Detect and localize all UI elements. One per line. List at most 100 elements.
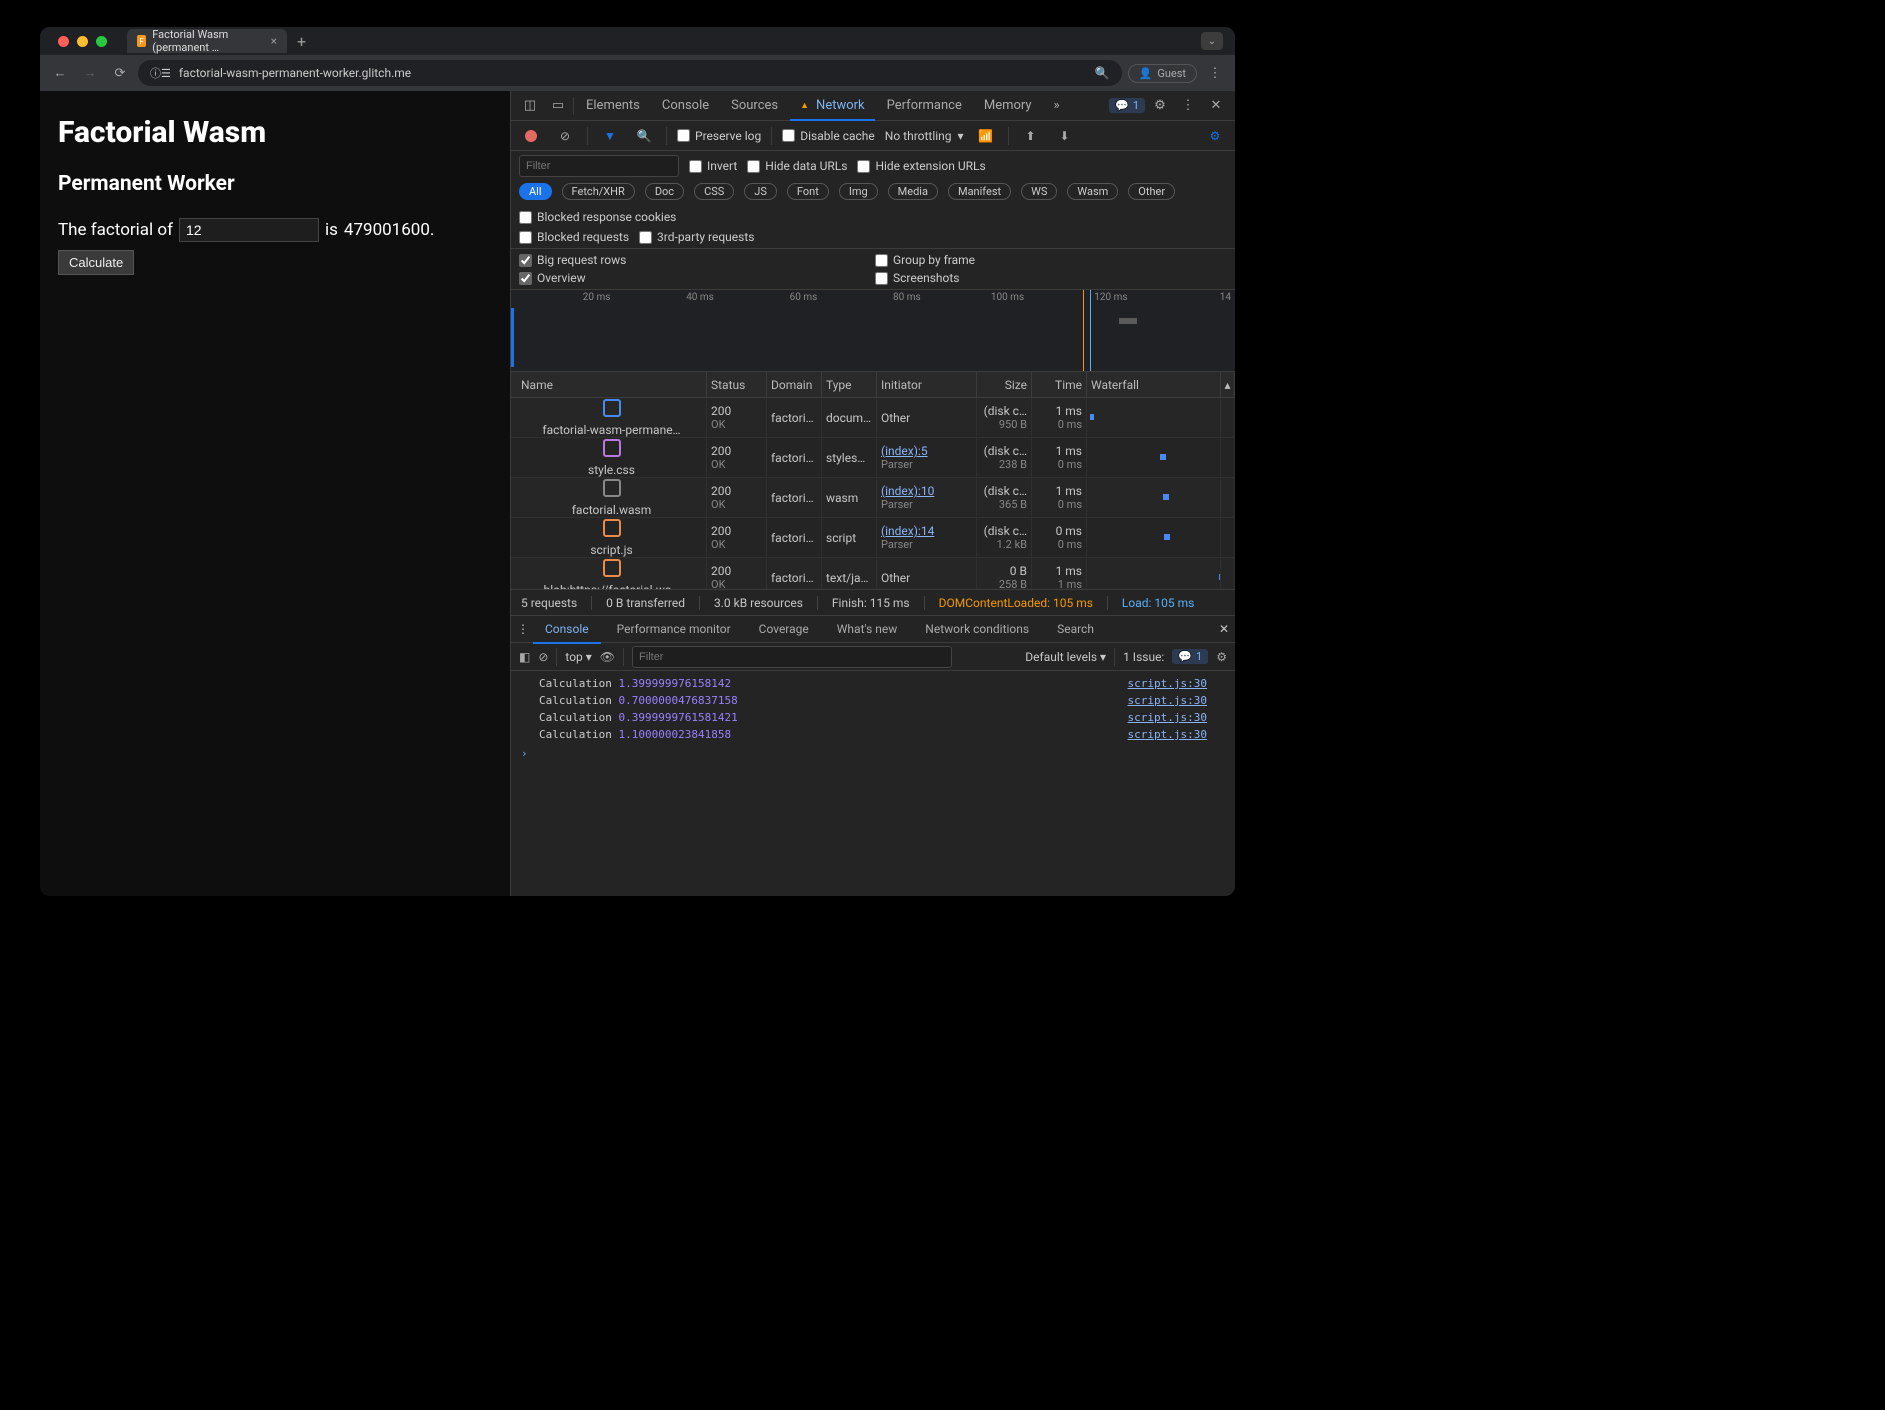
search-network-icon[interactable]: 🔍 <box>632 129 656 143</box>
filter-icon[interactable]: ▼ <box>598 129 622 143</box>
console-settings-icon[interactable]: ⚙ <box>1216 650 1227 664</box>
console-prompt[interactable]: › <box>511 743 1235 764</box>
console-source-link[interactable]: script.js:30 <box>1128 694 1207 707</box>
zoom-icon[interactable]: 🔍 <box>1095 66 1110 80</box>
group-frame-check[interactable]: Group by frame <box>875 253 1227 267</box>
screenshots-check[interactable]: Screenshots <box>875 271 1227 285</box>
blocked-cookies-check[interactable]: Blocked response cookies <box>519 210 676 224</box>
overview-check[interactable]: Overview <box>519 271 871 285</box>
settings-icon[interactable]: ⚙ <box>1147 93 1173 119</box>
table-row[interactable]: factorial-wasm-permane…200OKfactori…docu… <box>511 398 1235 438</box>
maximize-window[interactable] <box>96 36 107 47</box>
col-type[interactable]: Type <box>822 372 877 397</box>
hide-extension-urls-check[interactable]: Hide extension URLs <box>857 159 985 173</box>
site-info-icon[interactable]: ⓘ☰ <box>150 65 171 81</box>
col-status[interactable]: Status <box>707 372 767 397</box>
col-domain[interactable]: Domain <box>767 372 822 397</box>
network-settings-icon[interactable]: ⚙ <box>1203 129 1227 143</box>
type-pill-other[interactable]: Other <box>1128 183 1175 200</box>
browser-tab[interactable]: F Factorial Wasm (permanent … × <box>127 29 287 53</box>
table-row[interactable]: factorial.wasm200OKfactori…wasm(index):1… <box>511 478 1235 518</box>
type-pill-wasm[interactable]: Wasm <box>1067 183 1118 200</box>
record-icon[interactable] <box>519 130 543 142</box>
issues-badge[interactable]: 💬 1 <box>1109 98 1145 113</box>
col-waterfall[interactable]: Waterfall <box>1087 372 1221 397</box>
drawer-tab-whatsnew[interactable]: What's new <box>825 615 910 643</box>
invert-check[interactable]: Invert <box>689 159 737 173</box>
close-tab-icon[interactable]: × <box>271 34 277 48</box>
throttle-select[interactable]: No throttling ▾ <box>885 129 964 143</box>
inspect-icon[interactable]: ◫ <box>517 93 543 119</box>
tabs-dropdown-icon[interactable]: ⌄ <box>1201 32 1223 50</box>
console-filter-input[interactable] <box>632 646 952 668</box>
reload-icon[interactable]: ⟳ <box>108 61 132 85</box>
device-icon[interactable]: ▭ <box>545 93 571 119</box>
network-conditions-icon[interactable]: 📶 <box>974 129 998 143</box>
type-pill-media[interactable]: Media <box>888 183 938 200</box>
clear-console-icon[interactable]: ⊘ <box>538 650 548 664</box>
type-pill-doc[interactable]: Doc <box>645 183 684 200</box>
drawer-tab-netcond[interactable]: Network conditions <box>913 615 1041 643</box>
tab-elements[interactable]: Elements <box>576 91 650 121</box>
console-source-link[interactable]: script.js:30 <box>1128 728 1207 741</box>
download-har-icon[interactable]: ⬇ <box>1053 129 1077 143</box>
col-initiator[interactable]: Initiator <box>877 372 977 397</box>
new-tab-button[interactable]: + <box>287 32 316 51</box>
tab-memory[interactable]: Memory <box>974 91 1042 121</box>
menu-icon[interactable]: ⋮ <box>1203 61 1227 85</box>
type-pill-all[interactable]: All <box>519 183 552 200</box>
drawer-tab-search[interactable]: Search <box>1045 615 1106 643</box>
type-pill-css[interactable]: CSS <box>694 183 734 200</box>
type-pill-js[interactable]: JS <box>744 183 777 200</box>
col-name[interactable]: Name <box>517 372 707 397</box>
drawer-tab-perfmon[interactable]: Performance monitor <box>605 615 743 643</box>
blocked-requests-check[interactable]: Blocked requests <box>519 230 629 244</box>
table-row[interactable]: script.js200OKfactori…script(index):14Pa… <box>511 518 1235 558</box>
minimize-window[interactable] <box>77 36 88 47</box>
forward-icon[interactable]: → <box>78 61 102 85</box>
col-time[interactable]: Time <box>1032 372 1087 397</box>
type-pill-manifest[interactable]: Manifest <box>948 183 1011 200</box>
calculate-button[interactable]: Calculate <box>58 250 134 275</box>
drawer-tab-console[interactable]: Console <box>533 616 601 644</box>
tab-console[interactable]: Console <box>652 91 719 121</box>
network-overview[interactable]: 20 ms40 ms60 ms80 ms100 ms120 ms14 <box>511 290 1235 372</box>
profile-chip[interactable]: 👤 Guest <box>1128 64 1197 83</box>
drawer-tab-coverage[interactable]: Coverage <box>747 615 821 643</box>
type-pill-font[interactable]: Font <box>787 183 829 200</box>
big-rows-check[interactable]: Big request rows <box>519 253 871 267</box>
network-filter-input[interactable] <box>519 155 679 177</box>
clear-icon[interactable]: ⊘ <box>553 129 577 143</box>
sidebar-toggle-icon[interactable]: ◧ <box>519 650 530 664</box>
tab-network[interactable]: Network <box>790 91 875 121</box>
more-tabs-icon[interactable]: » <box>1044 93 1070 119</box>
back-icon[interactable]: ← <box>48 61 72 85</box>
col-sort-icon[interactable]: ▴ <box>1221 372 1235 397</box>
hide-data-urls-check[interactable]: Hide data URLs <box>747 159 847 173</box>
disable-cache-check[interactable]: Disable cache <box>782 129 875 143</box>
type-pill-fetchxhr[interactable]: Fetch/XHR <box>562 183 635 200</box>
context-select[interactable]: top ▾ <box>565 650 591 664</box>
live-expression-icon[interactable]: 👁 <box>600 650 615 664</box>
drawer-menu-icon[interactable]: ⋮ <box>517 622 529 636</box>
console-issue-badge[interactable]: 💬 1 <box>1172 649 1208 664</box>
upload-har-icon[interactable]: ⬆ <box>1019 129 1043 143</box>
table-row[interactable]: blob:https://factorial-wa…200OKfactori…t… <box>511 558 1235 589</box>
levels-select[interactable]: Default levels ▾ <box>1025 650 1106 664</box>
third-party-check[interactable]: 3rd-party requests <box>639 230 754 244</box>
col-size[interactable]: Size <box>977 372 1032 397</box>
console-source-link[interactable]: script.js:30 <box>1128 711 1207 724</box>
tab-sources[interactable]: Sources <box>721 91 788 121</box>
table-row[interactable]: style.css200OKfactori…styles…(index):5Pa… <box>511 438 1235 478</box>
tab-performance[interactable]: Performance <box>877 91 972 121</box>
close-drawer-icon[interactable]: ✕ <box>1219 622 1229 636</box>
kebab-icon[interactable]: ⋮ <box>1175 93 1201 119</box>
preserve-log-check[interactable]: Preserve log <box>677 129 761 143</box>
factorial-input[interactable] <box>179 218 319 242</box>
omnibox[interactable]: ⓘ☰ factorial-wasm-permanent-worker.glitc… <box>138 60 1122 86</box>
console-source-link[interactable]: script.js:30 <box>1128 677 1207 690</box>
type-pill-ws[interactable]: WS <box>1021 183 1057 200</box>
type-pill-img[interactable]: Img <box>839 183 878 200</box>
close-devtools-icon[interactable]: ✕ <box>1203 93 1229 119</box>
close-window[interactable] <box>58 36 69 47</box>
